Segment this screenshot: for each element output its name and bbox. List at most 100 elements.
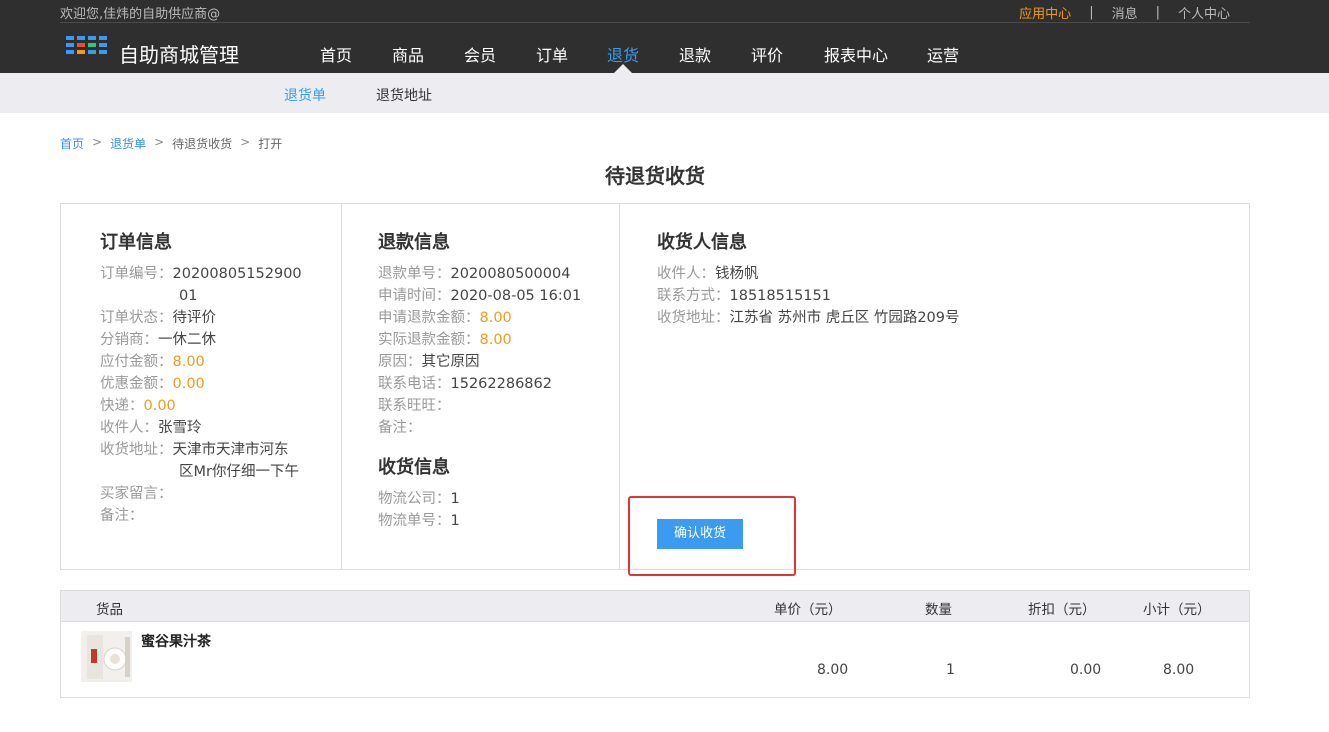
order-no-row: 订单编号：20200805152900 [100, 263, 302, 285]
order-no-label: 订单编号： [100, 266, 173, 282]
wangwang-row: 联系旺旺： [378, 395, 451, 417]
top-links: 应用中心 | 消息 | 个人中心 [1019, 3, 1230, 22]
messages-link[interactable]: 消息 [1112, 3, 1138, 22]
nav-refunds[interactable]: 退款 [679, 42, 711, 66]
brand-title: 自助商城管理 [119, 43, 239, 67]
header-subtotal: 小计（元） [1143, 602, 1211, 618]
product-name[interactable]: 蜜谷果汁茶 [141, 631, 211, 651]
nav-home[interactable]: 首页 [320, 42, 352, 66]
receiver-label: 收件人： [100, 420, 158, 436]
consignee-contact-value: 18518515151 [729, 288, 831, 304]
address-label: 收货地址： [100, 442, 173, 458]
order-status-label: 订单状态： [100, 310, 173, 326]
subnav-return-address[interactable]: 退货地址 [376, 85, 432, 105]
profile-link[interactable]: 个人中心 [1178, 3, 1230, 22]
nav-reports[interactable]: 报表中心 [824, 42, 888, 66]
column-divider [341, 204, 342, 569]
apply-amount-row: 申请退款金额：8.00 [378, 307, 512, 329]
apply-time-value: 2020-08-05 16:01 [450, 288, 582, 304]
nav-members[interactable]: 会员 [464, 42, 496, 66]
discount-value: 0.00 [172, 376, 205, 392]
address-row-cont: 区Mr你仔细一下午 [179, 461, 299, 483]
buyer-note-row: 买家留言： [100, 483, 173, 505]
refund-info-title: 退款信息 [378, 232, 450, 253]
header-price: 单价（元） [774, 602, 842, 618]
receiver-row: 收件人：张雪玲 [100, 417, 202, 439]
address-value-cont: 区Mr你仔细一下午 [179, 464, 299, 480]
separator: | [1089, 5, 1094, 20]
express-value: 0.00 [143, 398, 176, 414]
consignee-name-value: 钱杨帆 [715, 266, 759, 282]
product-subtotal: 8.00 [1163, 662, 1195, 678]
consignee-name-label: 收件人： [657, 266, 715, 282]
column-divider [619, 204, 620, 569]
apply-time-row: 申请时间：2020-08-05 16:01 [378, 285, 581, 307]
consignee-contact-row: 联系方式：18518515151 [657, 285, 831, 307]
nav-orders[interactable]: 订单 [536, 42, 568, 66]
breadcrumb-return-orders[interactable]: 退货单 [110, 135, 146, 152]
consignee-address-value: 江苏省 苏州市 虎丘区 竹园路209号 [729, 310, 960, 326]
nav-reviews[interactable]: 评价 [751, 42, 783, 66]
order-remark-label: 备注： [100, 508, 144, 524]
order-no-value-cont: 01 [179, 288, 198, 304]
nav-operations[interactable]: 运营 [927, 42, 959, 66]
phone-label: 联系电话： [378, 376, 451, 392]
breadcrumb: 首页 > 退货单 > 待退货收货 > 打开 [60, 135, 282, 152]
actual-amount-value: 8.00 [479, 332, 512, 348]
product-qty: 1 [946, 662, 955, 678]
refund-remark-label: 备注： [378, 420, 422, 436]
address-row: 收货地址：天津市天津市河东 [100, 439, 289, 461]
distributor-value: 一休二休 [158, 332, 216, 348]
consignee-address-label: 收货地址： [657, 310, 730, 326]
breadcrumb-pending: 待退货收货 [172, 137, 233, 151]
phone-row: 联系电话：15262286862 [378, 373, 552, 395]
top-utility-line: 欢迎您,佳炜的自助供应商@ 应用中心 | 消息 | 个人中心 [60, 0, 1250, 23]
consignee-contact-label: 联系方式： [657, 288, 730, 304]
goods-table-header: 货品 单价（元） 数量 折扣（元） 小计（元） [61, 591, 1249, 622]
order-no-row-cont: 01 [179, 285, 197, 307]
reason-label: 原因： [378, 354, 422, 370]
phone-value: 15262286862 [450, 376, 552, 392]
distributor-row: 分销商：一休二休 [100, 329, 216, 351]
wangwang-label: 联系旺旺： [378, 398, 451, 414]
confirm-receipt-button[interactable]: 确认收货 [657, 519, 743, 549]
tracking-value: 1 [450, 513, 460, 529]
address-value: 天津市天津市河东 [172, 442, 289, 458]
consignee-address-row: 收货地址：江苏省 苏州市 虎丘区 竹园路209号 [657, 307, 960, 329]
actual-amount-label: 实际退款金额： [378, 332, 480, 348]
breadcrumb-open: 打开 [258, 137, 283, 151]
order-status-row: 订单状态：待评价 [100, 307, 216, 329]
product-thumbnail[interactable] [81, 631, 132, 682]
breadcrumb-sep: > [92, 135, 103, 149]
order-no-value: 20200805152900 [172, 266, 302, 282]
reason-row: 原因：其它原因 [378, 351, 480, 373]
active-nav-caret [614, 64, 632, 73]
welcome-text: 欢迎您,佳炜的自助供应商@ [60, 7, 221, 22]
breadcrumb-sep: > [240, 135, 251, 149]
refund-no-row: 退款单号：2020080500004 [378, 263, 570, 285]
logistics-label: 物流公司： [378, 491, 451, 507]
subnav-return-orders[interactable]: 退货单 [284, 85, 326, 105]
order-status-value: 待评价 [172, 310, 217, 326]
reason-value: 其它原因 [421, 354, 480, 370]
receipt-info-title: 收货信息 [378, 457, 450, 478]
nav-goods[interactable]: 商品 [392, 42, 424, 66]
breadcrumb-home[interactable]: 首页 [60, 135, 84, 152]
nav-returns[interactable]: 退货 [607, 42, 639, 66]
refund-no-value: 2020080500004 [450, 266, 571, 282]
goods-table: 货品 单价（元） 数量 折扣（元） 小计（元） 蜜谷果汁茶 8.00 1 0.0… [60, 590, 1250, 698]
payable-value: 8.00 [172, 354, 205, 370]
refund-no-label: 退款单号： [378, 266, 451, 282]
apply-amount-value: 8.00 [479, 310, 512, 326]
product-discount: 0.00 [1070, 662, 1102, 678]
page-title: 待退货收货 [605, 164, 705, 188]
logistics-value: 1 [450, 491, 460, 507]
header-goods: 货品 [96, 602, 123, 618]
app-center-link[interactable]: 应用中心 [1019, 3, 1071, 22]
logo-grid-icon [66, 36, 107, 58]
payable-label: 应付金额： [100, 354, 173, 370]
tracking-row: 物流单号：1 [378, 510, 460, 532]
order-remark-row: 备注： [100, 505, 144, 527]
tracking-label: 物流单号： [378, 513, 451, 529]
discount-label: 优惠金额： [100, 376, 173, 392]
